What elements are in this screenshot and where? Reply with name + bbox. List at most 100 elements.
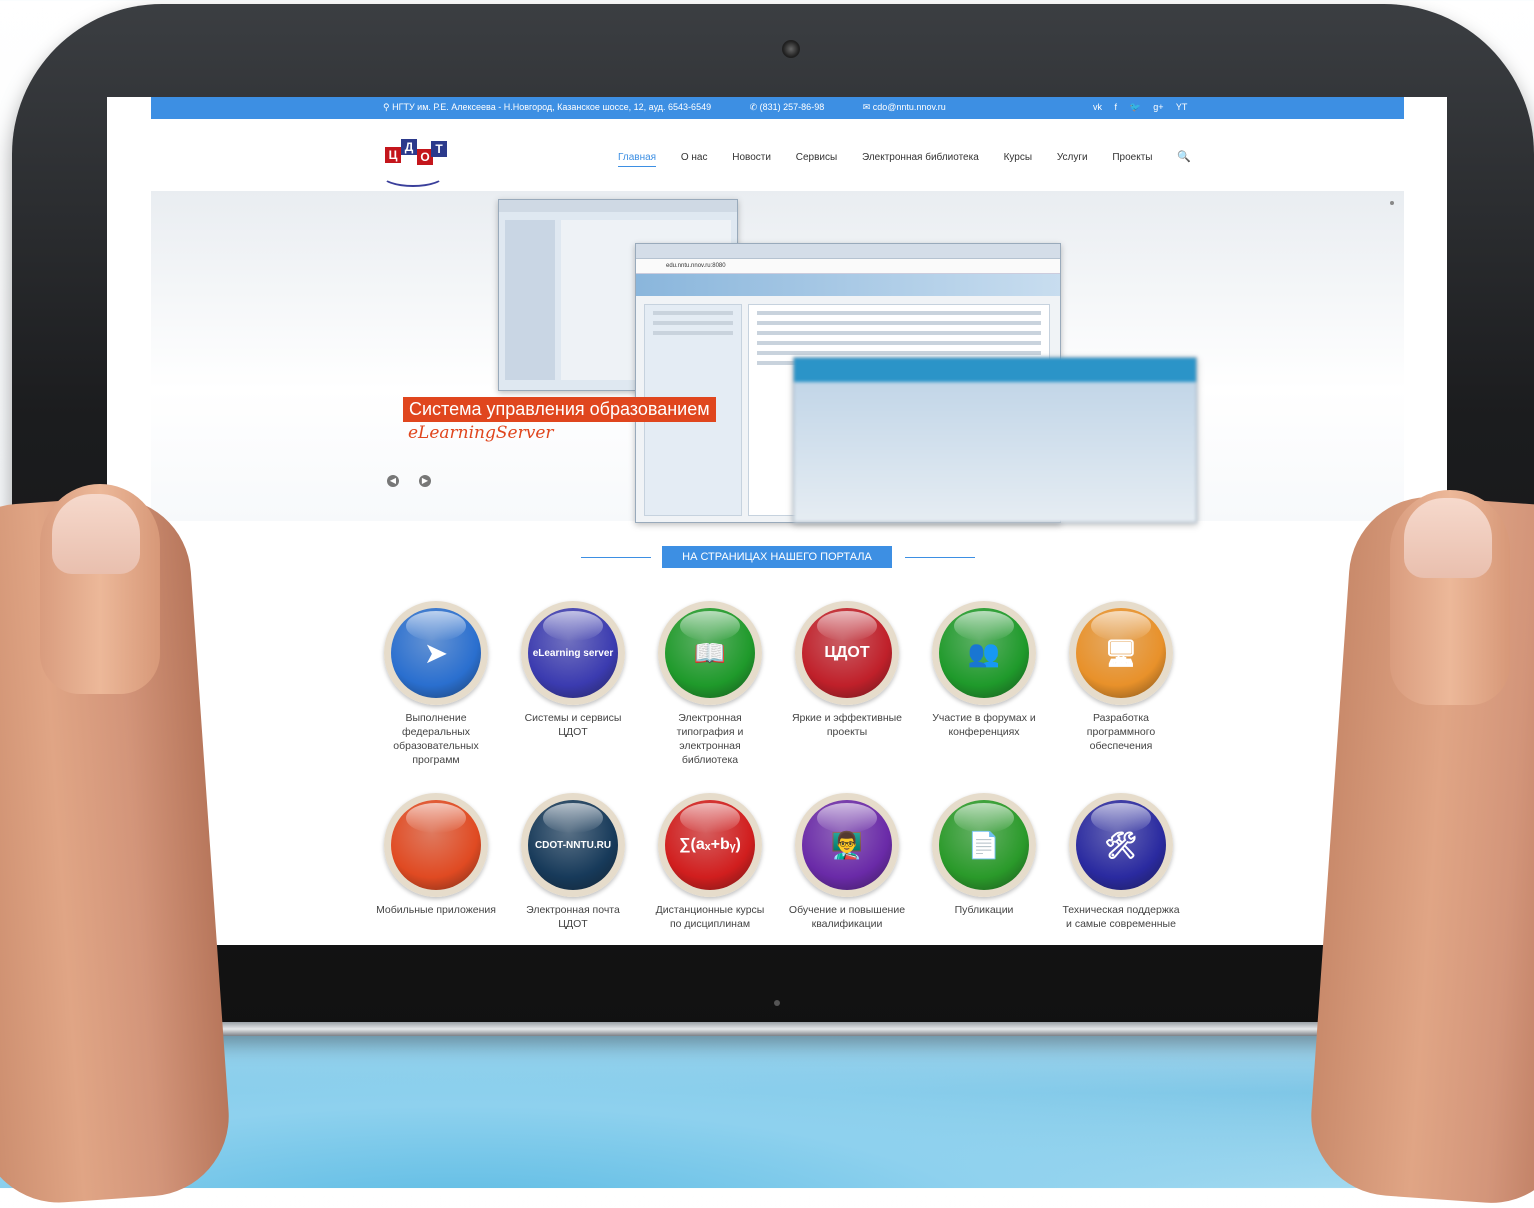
tile-icon-text: CDOT-NNTU.RU — [534, 839, 612, 851]
portal-tile[interactable]: 🖥 Разработка программного обеспечения — [1061, 601, 1181, 753]
nav-item-about[interactable]: О нас — [681, 152, 708, 163]
home-sensor — [774, 1000, 780, 1006]
nav-item-courses[interactable]: Курсы — [1004, 152, 1032, 163]
slide-title: Система управления образованием — [403, 397, 716, 422]
portal-tile[interactable]: 📄 Публикации — [924, 793, 1044, 917]
slide-subtitle: eLearningServer — [408, 423, 554, 443]
tile-ball: 📄 — [932, 793, 1036, 897]
tile-label: Дистанционные курсы по дисциплинам — [655, 904, 765, 930]
site-header: Ц Д О Т Главная О нас Новости Сервисы Эл… — [151, 119, 1404, 191]
tile-icon-glyph: 🖥 — [1104, 637, 1138, 668]
email-link[interactable]: ✉ cdo@nntu.nnov.ru — [863, 102, 964, 112]
section-divider-right — [905, 557, 975, 558]
tile-icon-text: ∑(aₓ+bᵧ) — [679, 836, 741, 853]
tile-gloss — [680, 803, 740, 833]
nav-item-home[interactable]: Главная — [618, 152, 657, 167]
tile-ball: 👨‍🏫 — [795, 793, 899, 897]
tile-icon-glyph: 🛠 — [1104, 829, 1138, 860]
tile-label: Электронная почта ЦДОТ — [526, 904, 620, 930]
portal-tile[interactable]: ЦДОТ Яркие и эффективные проекты — [787, 601, 907, 739]
nav-item-projects[interactable]: Проекты — [1112, 152, 1152, 163]
slide-screenshot-blurred — [793, 357, 1197, 523]
portal-tile[interactable]: ➤ Выполнение федеральных образовательных … — [376, 601, 496, 767]
tablet-edge — [200, 1022, 1360, 1036]
search-icon[interactable]: 🔍 — [1177, 150, 1191, 163]
hero-slider: edu.nntu.nnov.ru:8080 Система управления… — [151, 191, 1404, 523]
right-thumbnail — [1404, 498, 1492, 578]
logo-letter: Т — [431, 141, 447, 157]
portal-tile[interactable]: 📖 Электронная типография и электронная би… — [650, 601, 770, 767]
section-divider-left — [581, 557, 651, 558]
site-logo[interactable]: Ц Д О Т — [381, 135, 447, 187]
logo-letter: Ц — [385, 147, 401, 163]
youtube-icon[interactable]: YT — [1176, 102, 1188, 112]
portal-tile[interactable]: CDOT-NNTU.RU Электронная почта ЦДОТ — [513, 793, 633, 931]
tile-ball: eLearning server — [521, 601, 625, 705]
tile-label: Обучение и повышение квалификации — [788, 904, 906, 930]
top-info-bar: ⚲ НГТУ им. Р.Е. Алексеева - Н.Новгород, … — [151, 97, 1404, 119]
tile-gloss — [543, 803, 603, 833]
tile-icon-glyph: ЦДОТ — [824, 644, 870, 661]
tile-gloss — [817, 611, 877, 641]
portal-tile[interactable]: 👥 Участие в форумах и конференциях — [924, 601, 1044, 739]
camera-icon — [782, 40, 800, 58]
tile-ball: 📖 — [658, 601, 762, 705]
slider-dot[interactable] — [1390, 201, 1394, 205]
main-nav: Главная О нас Новости Сервисы Электронна… — [618, 150, 1213, 167]
tile-label: Публикации — [954, 904, 1014, 916]
google-plus-icon[interactable]: g+ — [1153, 102, 1163, 112]
screen: ⚲ НГТУ им. Р.Е. Алексеева - Н.Новгород, … — [107, 97, 1447, 945]
portal-tile[interactable]: 🛠 Техническая поддержка и самые современн… — [1061, 793, 1181, 931]
tile-label: Выполнение федеральных образовательных п… — [393, 712, 479, 766]
phone-text[interactable]: ✆ (831) 257-86-98 — [750, 102, 843, 112]
tile-ball: CDOT-NNTU.RU — [521, 793, 625, 897]
tile-label: Яркие и эффективные проекты — [791, 712, 903, 738]
portal-tile[interactable]: 👨‍🏫 Обучение и повышение квалификации — [787, 793, 907, 931]
tile-ball: ЦДОТ — [795, 601, 899, 705]
tile-gloss — [817, 803, 877, 833]
contact-info: ⚲ НГТУ им. Р.Е. Алексеева - Н.Новгород, … — [383, 102, 982, 113]
portal-tile[interactable]: eLearning server Системы и сервисы ЦДОТ — [513, 601, 633, 739]
tile-label: Техническая поддержка и самые современны… — [1062, 904, 1180, 930]
tile-label: Разработка программного обеспечения — [1086, 712, 1156, 752]
facebook-icon[interactable]: f — [1115, 102, 1118, 112]
tile-gloss — [1091, 611, 1151, 641]
tile-ball: ➤ — [384, 601, 488, 705]
logo-swoosh — [381, 163, 445, 187]
tile-label: Мобильные приложения — [376, 904, 496, 916]
nav-item-library[interactable]: Электронная библиотека — [862, 152, 979, 163]
slider-next-icon[interactable]: ▶ — [419, 475, 431, 487]
left-thumbnail — [52, 494, 140, 574]
twitter-icon[interactable]: 🐦 — [1130, 102, 1141, 112]
tile-gloss — [954, 803, 1014, 833]
logo-letter: Д — [401, 139, 417, 155]
tile-gloss — [954, 611, 1014, 641]
tile-ball: 👥 — [932, 601, 1036, 705]
portal-tile[interactable]: ∑(aₓ+bᵧ) Дистанционные курсы по дисциплин… — [650, 793, 770, 931]
address-text: ⚲ НГТУ им. Р.Е. Алексеева - Н.Новгород, … — [383, 102, 712, 112]
tile-ball: 🛠 — [1069, 793, 1173, 897]
tile-label: Системы и сервисы ЦДОТ — [524, 712, 622, 738]
tile-icon-glyph: 👨‍🏫 — [830, 829, 864, 860]
tile-icon-glyph: 📖 — [693, 637, 727, 668]
tile-ball — [384, 793, 488, 897]
section-title: НА СТРАНИЦАХ НАШЕГО ПОРТАЛА — [662, 546, 892, 568]
tile-ball: 🖥 — [1069, 601, 1173, 705]
browser-address: edu.nntu.nnov.ru:8080 — [636, 259, 1060, 274]
slider-prev-icon[interactable]: ◀ — [387, 475, 399, 487]
tile-icon-text: eLearning server — [532, 647, 614, 659]
nav-item-services[interactable]: Сервисы — [796, 152, 837, 163]
nav-item-offerings[interactable]: Услуги — [1057, 152, 1088, 163]
vk-icon[interactable]: vk — [1093, 102, 1102, 112]
tile-gloss — [1091, 803, 1151, 833]
tile-gloss — [680, 611, 740, 641]
tile-gloss — [543, 611, 603, 641]
tile-icon-glyph: 📄 — [967, 829, 1001, 860]
tile-icon-glyph: ➤ — [425, 637, 447, 668]
tile-gloss — [406, 611, 466, 641]
tile-gloss — [406, 803, 466, 833]
portal-tile[interactable]: Мобильные приложения — [376, 793, 496, 917]
nav-item-news[interactable]: Новости — [732, 152, 771, 163]
tile-label: Участие в форумах и конференциях — [932, 712, 1036, 738]
tile-ball: ∑(aₓ+bᵧ) — [658, 793, 762, 897]
